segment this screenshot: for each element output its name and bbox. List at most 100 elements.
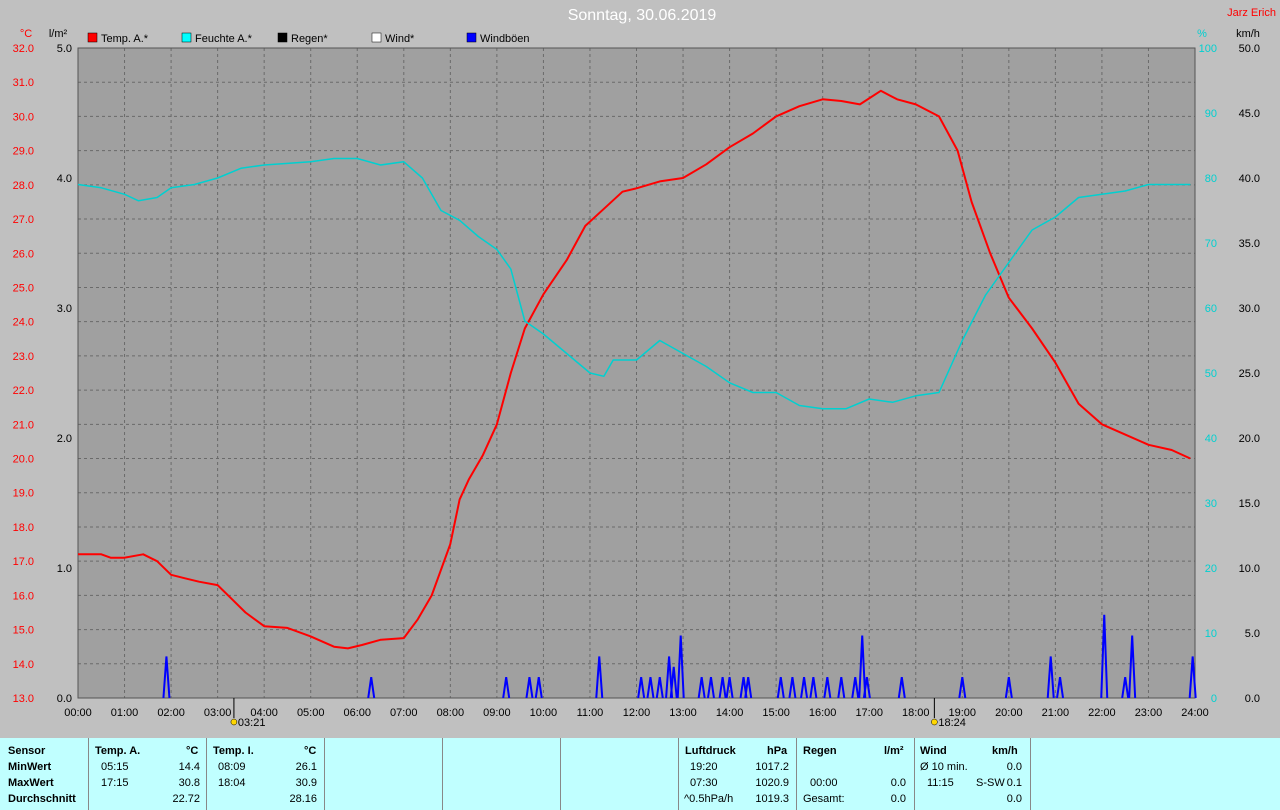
pressure-min-val: 1017.2 <box>755 761 789 773</box>
temp-tick-label: 25.0 <box>13 282 34 294</box>
wind-tick-label: 50.0 <box>1239 43 1260 55</box>
humidity-tick-label: 60 <box>1205 303 1217 315</box>
wind-tick-label: 20.0 <box>1239 433 1260 445</box>
wind-tick-label: 35.0 <box>1239 238 1260 250</box>
rain-tick-label: 5.0 <box>57 43 72 55</box>
rain-total-label: Gesamt: <box>803 793 845 805</box>
rain-max-time: 00:00 <box>810 777 838 789</box>
x-tick-label: 14:00 <box>716 707 744 719</box>
x-tick-label: 23:00 <box>1135 707 1163 719</box>
x-tick-label: 13:00 <box>669 707 697 719</box>
wind-max-dir: S-SW <box>976 777 1005 789</box>
x-tick-label: 11:00 <box>577 707 604 719</box>
temp-a-min-val: 14.4 <box>178 761 200 773</box>
humidity-tick-label: 0 <box>1211 693 1217 705</box>
rain-tick-label: 2.0 <box>57 433 72 445</box>
rain-unit: l/m² <box>49 28 68 40</box>
x-tick-label: 10:00 <box>530 707 558 719</box>
pressure-avg-label: ^0.5hPa/h <box>684 793 734 805</box>
wind-tick-label: 40.0 <box>1239 173 1260 185</box>
temp-tick-label: 26.0 <box>13 248 34 260</box>
pressure-min-time: 19:20 <box>690 761 718 773</box>
maxwert-label: MaxWert <box>8 777 54 789</box>
humidity-tick-label: 10 <box>1205 628 1217 640</box>
temp-i-unit: °C <box>304 745 317 757</box>
wind-tick-label: 25.0 <box>1239 368 1260 380</box>
x-tick-label: 03:00 <box>204 707 232 719</box>
x-tick-label: 17:00 <box>855 707 883 719</box>
pressure-max-val: 1020.9 <box>755 777 789 789</box>
durchschnitt-label: Durchschnitt <box>8 793 76 805</box>
temp-tick-label: 27.0 <box>13 214 34 226</box>
temp-i-avg: 28.16 <box>289 793 317 805</box>
rain-max-val: 0.0 <box>890 777 906 789</box>
x-tick-label: 07:00 <box>390 707 418 719</box>
temp-tick-label: 15.0 <box>13 625 34 637</box>
legend-swatch <box>466 32 477 43</box>
wind-max-time: 11:15 <box>927 777 954 789</box>
legend-label: Windböen <box>480 33 530 45</box>
temp-a-unit: °C <box>186 745 199 757</box>
humidity-unit: % <box>1197 28 1207 40</box>
temp-tick-label: 17.0 <box>13 556 34 568</box>
x-tick-label: 06:00 <box>343 707 371 719</box>
x-tick-label: 20:00 <box>995 707 1023 719</box>
pressure-avg: 1019.3 <box>755 793 789 805</box>
temp-i-header: Temp. I. <box>213 745 254 757</box>
temp-i-max-time: 18:04 <box>218 777 246 789</box>
humidity-tick-label: 70 <box>1205 238 1217 250</box>
temp-i-min-time: 08:09 <box>218 761 246 773</box>
humidity-tick-label: 100 <box>1199 43 1217 55</box>
wind-header: Wind <box>920 745 947 757</box>
temp-a-header: Temp. A. <box>95 745 141 757</box>
temp-tick-label: 22.0 <box>13 385 34 397</box>
rain-tick-label: 1.0 <box>57 563 72 575</box>
wind-extra: 0.0 <box>1006 793 1022 805</box>
rain-tick-label: 3.0 <box>57 303 72 315</box>
temp-tick-label: 13.0 <box>13 693 34 705</box>
x-tick-label: 18:00 <box>902 707 930 719</box>
temp-a-max-val: 30.8 <box>178 777 200 789</box>
x-tick-label: 24:00 <box>1181 707 1209 719</box>
sunrise-label: 03:21 <box>238 717 266 729</box>
page-title: Sonntag, 30.06.2019 <box>568 7 717 24</box>
humidity-tick-label: 20 <box>1205 563 1217 575</box>
legend-swatch <box>181 32 192 43</box>
temp-tick-label: 28.0 <box>13 180 34 192</box>
humidity-tick-label: 50 <box>1205 368 1217 380</box>
humidity-tick-label: 80 <box>1205 173 1217 185</box>
wind-tick-label: 5.0 <box>1245 628 1260 640</box>
temp-tick-label: 19.0 <box>13 488 34 500</box>
temp-tick-label: 16.0 <box>13 590 34 602</box>
rain-tick-label: 0.0 <box>57 693 72 705</box>
wind-unit: km/h <box>1236 28 1260 40</box>
sensor-header: Sensor <box>8 745 46 757</box>
legend-label: Temp. A.* <box>101 33 149 45</box>
pressure-max-time: 07:30 <box>690 777 718 789</box>
x-tick-label: 15:00 <box>762 707 790 719</box>
weather-chart: Sonntag, 30.06.2019 Jarz Erich °C l/m² %… <box>0 0 1280 738</box>
wind-tick-label: 30.0 <box>1239 303 1260 315</box>
rain-unit: l/m² <box>884 745 904 757</box>
legend-swatch <box>87 32 98 43</box>
temp-tick-label: 30.0 <box>13 111 34 123</box>
wind-max-val: 0.1 <box>1006 777 1022 789</box>
humidity-tick-label: 40 <box>1205 433 1217 445</box>
temp-tick-label: 14.0 <box>13 659 34 671</box>
x-tick-label: 08:00 <box>437 707 465 719</box>
temp-tick-label: 31.0 <box>13 77 34 89</box>
temp-tick-label: 18.0 <box>13 522 34 534</box>
wind-tick-label: 15.0 <box>1239 498 1260 510</box>
sunrise-icon <box>230 718 238 726</box>
rain-total: 0.0 <box>890 793 906 805</box>
temp-tick-label: 24.0 <box>13 317 34 329</box>
sunset-icon <box>931 718 938 726</box>
temp-tick-label: 21.0 <box>13 419 34 431</box>
wind-tick-label: 10.0 <box>1239 563 1260 575</box>
temp-i-max-val: 30.9 <box>295 777 317 789</box>
sunset-label: 18:24 <box>938 717 966 729</box>
rain-header: Regen <box>803 745 837 757</box>
x-tick-label: 09:00 <box>483 707 511 719</box>
wind-tick-label: 45.0 <box>1239 108 1260 120</box>
humidity-tick-label: 90 <box>1205 108 1217 120</box>
